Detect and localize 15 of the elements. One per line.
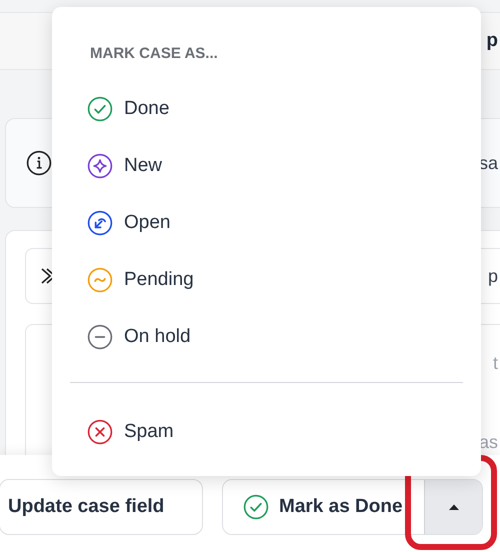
menu-toggle-button[interactable] <box>424 480 482 534</box>
menu-title: MARK CASE AS... <box>89 45 219 62</box>
field-text: t <box>492 353 498 374</box>
menu-item[interactable]: On hold <box>70 308 463 365</box>
chip-text: p <box>488 266 498 286</box>
header-text: p <box>486 30 498 52</box>
menu-item[interactable]: Spam <box>70 403 463 460</box>
menu-item[interactable]: New <box>70 137 463 194</box>
menu-item[interactable]: Done <box>70 80 463 137</box>
menu-item[interactable]: Open <box>70 194 463 251</box>
menu-item[interactable]: Pending <box>70 251 463 308</box>
caret-icon <box>448 502 460 510</box>
update-case-field-button[interactable]: Update case field <box>0 478 203 534</box>
info-icon <box>26 150 52 176</box>
check-circle-icon <box>243 494 269 520</box>
